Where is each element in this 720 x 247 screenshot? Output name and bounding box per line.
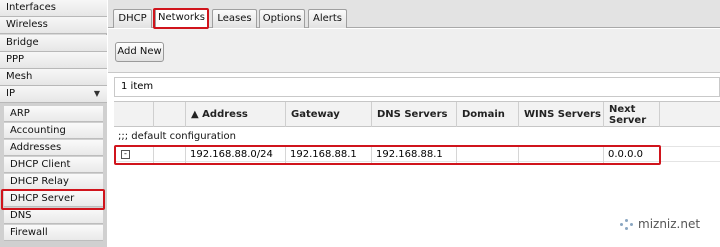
sidebar-item-label: PPP: [6, 54, 25, 65]
column-header-address[interactable]: ▲ Address: [186, 102, 286, 127]
column-header-gateway[interactable]: Gateway: [286, 102, 372, 127]
watermark: mizniz.net: [620, 216, 716, 233]
tab-networks[interactable]: Networks: [155, 8, 208, 29]
triangle-down-icon: ▼: [93, 89, 100, 98]
submenu-item-dns[interactable]: DNS: [4, 208, 103, 224]
cell-gateway: 192.168.88.1: [286, 147, 372, 163]
cell-address: 192.168.88.0/24: [186, 147, 286, 163]
sidebar-item-label: Interfaces: [6, 2, 56, 13]
column-header-dns-servers[interactable]: DNS Servers: [372, 102, 457, 127]
submenu-item-label: DNS: [10, 210, 32, 221]
submenu-item-arp[interactable]: ARP: [4, 106, 103, 122]
submenu-item-label: DHCP Server: [10, 193, 75, 204]
cell-dns-servers: 192.168.88.1: [372, 147, 457, 163]
column-header-domain[interactable]: Domain: [457, 102, 519, 127]
submenu-item-label: DHCP Relay: [10, 176, 69, 187]
submenu-item-label: Accounting: [10, 125, 66, 136]
item-count: 1 item: [114, 77, 720, 97]
sidebar-item-ppp[interactable]: PPP: [0, 52, 107, 69]
submenu-item-firewall[interactable]: Firewall: [4, 225, 103, 241]
ip-submenu: ARP Accounting Addresses DHCP Client DHC…: [0, 103, 107, 247]
column-header-status: [154, 102, 186, 127]
cell-flags: -: [114, 147, 154, 163]
sidebar-item-mesh[interactable]: Mesh: [0, 69, 107, 86]
sidebar-item-label: IP: [6, 88, 15, 99]
row-comment: ;;; default configuration: [118, 131, 236, 142]
table-row[interactable]: - 192.168.88.0/24 192.168.88.1 192.168.8…: [114, 146, 720, 163]
tab-label: DHCP: [118, 13, 147, 24]
sidebar-item-ip[interactable]: IP ▼: [0, 86, 107, 103]
column-header-flags: [114, 102, 154, 127]
cell-wins-servers: [519, 147, 604, 163]
sidebar-item-interfaces[interactable]: Interfaces: [0, 0, 107, 17]
sidebar-menu: Interfaces Wireless Bridge PPP Mesh IP ▼…: [0, 0, 107, 247]
tab-options[interactable]: Options: [259, 9, 305, 28]
tab-leases[interactable]: Leases: [212, 9, 257, 28]
submenu-item-addresses[interactable]: Addresses: [4, 140, 103, 156]
submenu-item-label: DHCP Client: [10, 159, 71, 170]
tab-dhcp[interactable]: DHCP: [113, 9, 152, 28]
table-header: ▲ Address Gateway DNS Servers Domain WIN…: [114, 101, 720, 127]
submenu-item-dhcp-client[interactable]: DHCP Client: [4, 157, 103, 173]
tab-label: Networks: [158, 12, 205, 23]
sidebar-item-label: Bridge: [6, 37, 39, 48]
tab-label: Alerts: [312, 13, 342, 24]
sidebar-item-label: Mesh: [6, 71, 33, 82]
tab-alerts[interactable]: Alerts: [308, 9, 347, 28]
column-header-next-server[interactable]: Next Server: [604, 102, 660, 127]
tab-label: Options: [262, 13, 302, 24]
submenu-item-accounting[interactable]: Accounting: [4, 123, 103, 139]
tab-bar: DHCP Networks Leases Options Alerts: [108, 0, 720, 29]
main-panel: DHCP Networks Leases Options Alerts Add …: [108, 0, 720, 247]
toolbar: Add New: [108, 29, 720, 73]
sidebar-item-bridge[interactable]: Bridge: [0, 35, 107, 52]
submenu-item-label: Firewall: [10, 227, 48, 238]
submenu-item-label: Addresses: [10, 142, 62, 153]
cell-domain: [457, 147, 519, 163]
submenu-item-dhcp-relay[interactable]: DHCP Relay: [4, 174, 103, 190]
watermark-text: mizniz.net: [638, 217, 701, 231]
cell-next-server: 0.0.0.0: [608, 149, 643, 160]
column-header-wins-servers[interactable]: WINS Servers: [519, 102, 604, 127]
sidebar-item-wireless[interactable]: Wireless: [0, 17, 107, 34]
sidebar-item-label: Wireless: [6, 19, 48, 30]
submenu-item-dhcp-server[interactable]: DHCP Server: [4, 191, 103, 207]
tab-label: Leases: [217, 13, 252, 24]
cell-status: [154, 147, 186, 163]
submenu-item-label: ARP: [10, 108, 30, 119]
disable-toggle[interactable]: -: [121, 150, 130, 159]
add-new-button[interactable]: Add New: [115, 42, 164, 62]
watermark-dots-logo: [620, 218, 634, 231]
